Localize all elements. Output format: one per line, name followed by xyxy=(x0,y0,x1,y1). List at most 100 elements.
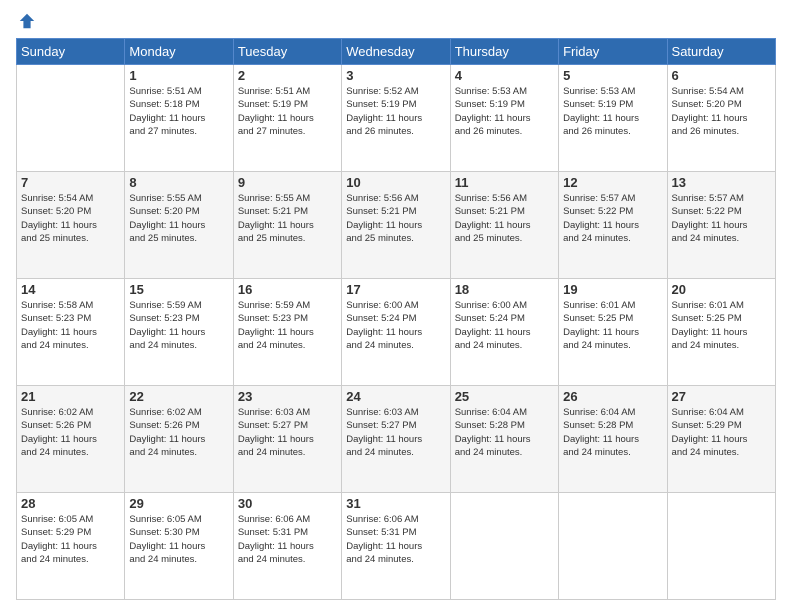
day-info: Sunrise: 6:04 AMSunset: 5:29 PMDaylight:… xyxy=(672,406,771,459)
calendar-cell: 25Sunrise: 6:04 AMSunset: 5:28 PMDayligh… xyxy=(450,386,558,493)
logo-icon xyxy=(18,12,36,30)
calendar-cell: 31 Sunrise: 6:06 AMSunset: 5:31 PMDayligh… xyxy=(342,493,450,600)
day-number: 17 xyxy=(346,282,445,297)
day-number: 6 xyxy=(672,68,771,83)
day-number: 10 xyxy=(346,175,445,190)
day-number: 20 xyxy=(672,282,771,297)
page: SundayMondayTuesdayWednesdayThursdayFrid… xyxy=(0,0,792,612)
calendar-cell: 30 Sunrise: 6:06 AMSunset: 5:31 PMDayligh… xyxy=(233,493,341,600)
column-header-saturday: Saturday xyxy=(667,39,775,65)
day-info: Sunrise: 5:57 AMSunset: 5:22 PMDaylight:… xyxy=(672,192,771,245)
day-info: Sunrise: 5:53 AMSunset: 5:19 PMDaylight:… xyxy=(563,85,662,138)
day-info: Sunrise: 6:06 AMSunset: 5:31 PMDaylight:… xyxy=(346,513,445,566)
calendar-cell: 4 Sunrise: 5:53 AMSunset: 5:19 PMDaylight… xyxy=(450,65,558,172)
day-info: Sunrise: 6:00 AMSunset: 5:24 PMDaylight:… xyxy=(455,299,554,352)
calendar-cell: 23 Sunrise: 6:03 AMSunset: 5:27 PMDayligh… xyxy=(233,386,341,493)
day-number: 3 xyxy=(346,68,445,83)
calendar-cell: 26 Sunrise: 6:04 AMSunset: 5:28 PMDayligh… xyxy=(559,386,667,493)
calendar-week-4: 21 Sunrise: 6:02 AMSunset: 5:26 PMDayligh… xyxy=(17,386,776,493)
day-number: 1 xyxy=(129,68,228,83)
calendar-week-2: 7 Sunrise: 5:54 AMSunset: 5:20 PMDaylight… xyxy=(17,172,776,279)
calendar-cell: 8Sunrise: 5:55 AMSunset: 5:20 PMDaylight… xyxy=(125,172,233,279)
day-info: Sunrise: 5:57 AMSunset: 5:22 PMDaylight:… xyxy=(563,192,662,245)
column-header-thursday: Thursday xyxy=(450,39,558,65)
day-info: Sunrise: 5:59 AMSunset: 5:23 PMDaylight:… xyxy=(129,299,228,352)
calendar-cell: 2Sunrise: 5:51 AMSunset: 5:19 PMDaylight… xyxy=(233,65,341,172)
day-number: 13 xyxy=(672,175,771,190)
day-number: 9 xyxy=(238,175,337,190)
day-info: Sunrise: 5:54 AMSunset: 5:20 PMDaylight:… xyxy=(672,85,771,138)
calendar-cell xyxy=(667,493,775,600)
day-number: 18 xyxy=(455,282,554,297)
calendar-cell: 17 Sunrise: 6:00 AMSunset: 5:24 PMDayligh… xyxy=(342,279,450,386)
calendar-cell: 5Sunrise: 5:53 AMSunset: 5:19 PMDaylight… xyxy=(559,65,667,172)
day-info: Sunrise: 6:06 AMSunset: 5:31 PMDaylight:… xyxy=(238,513,337,566)
day-number: 23 xyxy=(238,389,337,404)
calendar-cell: 6 Sunrise: 5:54 AMSunset: 5:20 PMDaylight… xyxy=(667,65,775,172)
day-info: Sunrise: 5:56 AMSunset: 5:21 PMDaylight:… xyxy=(346,192,445,245)
logo xyxy=(16,12,36,30)
day-number: 12 xyxy=(563,175,662,190)
calendar-cell: 1 Sunrise: 5:51 AMSunset: 5:18 PMDaylight… xyxy=(125,65,233,172)
header xyxy=(16,12,776,30)
calendar-header-row: SundayMondayTuesdayWednesdayThursdayFrid… xyxy=(17,39,776,65)
day-number: 22 xyxy=(129,389,228,404)
day-number: 25 xyxy=(455,389,554,404)
day-info: Sunrise: 5:51 AMSunset: 5:18 PMDaylight:… xyxy=(129,85,228,138)
calendar-cell: 19 Sunrise: 6:01 AMSunset: 5:25 PMDayligh… xyxy=(559,279,667,386)
day-info: Sunrise: 6:03 AMSunset: 5:27 PMDaylight:… xyxy=(238,406,337,459)
calendar-cell: 7 Sunrise: 5:54 AMSunset: 5:20 PMDaylight… xyxy=(17,172,125,279)
day-info: Sunrise: 5:53 AMSunset: 5:19 PMDaylight:… xyxy=(455,85,554,138)
day-number: 26 xyxy=(563,389,662,404)
calendar-cell: 3 Sunrise: 5:52 AMSunset: 5:19 PMDaylight… xyxy=(342,65,450,172)
calendar-cell: 20Sunrise: 6:01 AMSunset: 5:25 PMDayligh… xyxy=(667,279,775,386)
day-number: 30 xyxy=(238,496,337,511)
day-info: Sunrise: 5:58 AMSunset: 5:23 PMDaylight:… xyxy=(21,299,120,352)
calendar-week-3: 14 Sunrise: 5:58 AMSunset: 5:23 PMDayligh… xyxy=(17,279,776,386)
calendar-cell: 18 Sunrise: 6:00 AMSunset: 5:24 PMDayligh… xyxy=(450,279,558,386)
calendar-cell: 29 Sunrise: 6:05 AMSunset: 5:30 PMDayligh… xyxy=(125,493,233,600)
column-header-sunday: Sunday xyxy=(17,39,125,65)
day-number: 31 xyxy=(346,496,445,511)
calendar-cell: 24Sunrise: 6:03 AMSunset: 5:27 PMDayligh… xyxy=(342,386,450,493)
day-info: Sunrise: 6:04 AMSunset: 5:28 PMDaylight:… xyxy=(563,406,662,459)
day-info: Sunrise: 6:02 AMSunset: 5:26 PMDaylight:… xyxy=(129,406,228,459)
calendar-cell: 22 Sunrise: 6:02 AMSunset: 5:26 PMDayligh… xyxy=(125,386,233,493)
calendar-cell: 11Sunrise: 5:56 AMSunset: 5:21 PMDayligh… xyxy=(450,172,558,279)
day-info: Sunrise: 5:56 AMSunset: 5:21 PMDaylight:… xyxy=(455,192,554,245)
day-number: 21 xyxy=(21,389,120,404)
day-info: Sunrise: 5:55 AMSunset: 5:21 PMDaylight:… xyxy=(238,192,337,245)
day-info: Sunrise: 5:54 AMSunset: 5:20 PMDaylight:… xyxy=(21,192,120,245)
calendar-cell: 10 Sunrise: 5:56 AMSunset: 5:21 PMDayligh… xyxy=(342,172,450,279)
day-number: 28 xyxy=(21,496,120,511)
day-info: Sunrise: 5:59 AMSunset: 5:23 PMDaylight:… xyxy=(238,299,337,352)
column-header-wednesday: Wednesday xyxy=(342,39,450,65)
day-number: 2 xyxy=(238,68,337,83)
day-info: Sunrise: 6:02 AMSunset: 5:26 PMDaylight:… xyxy=(21,406,120,459)
calendar-cell xyxy=(450,493,558,600)
day-info: Sunrise: 6:01 AMSunset: 5:25 PMDaylight:… xyxy=(563,299,662,352)
calendar-cell: 28Sunrise: 6:05 AMSunset: 5:29 PMDayligh… xyxy=(17,493,125,600)
calendar-cell xyxy=(17,65,125,172)
day-info: Sunrise: 6:00 AMSunset: 5:24 PMDaylight:… xyxy=(346,299,445,352)
day-number: 27 xyxy=(672,389,771,404)
calendar-week-5: 28Sunrise: 6:05 AMSunset: 5:29 PMDayligh… xyxy=(17,493,776,600)
calendar-cell: 15Sunrise: 5:59 AMSunset: 5:23 PMDayligh… xyxy=(125,279,233,386)
calendar-cell: 21 Sunrise: 6:02 AMSunset: 5:26 PMDayligh… xyxy=(17,386,125,493)
day-info: Sunrise: 5:52 AMSunset: 5:19 PMDaylight:… xyxy=(346,85,445,138)
day-number: 29 xyxy=(129,496,228,511)
day-number: 19 xyxy=(563,282,662,297)
calendar-cell: 12 Sunrise: 5:57 AMSunset: 5:22 PMDayligh… xyxy=(559,172,667,279)
column-header-tuesday: Tuesday xyxy=(233,39,341,65)
day-number: 8 xyxy=(129,175,228,190)
calendar: SundayMondayTuesdayWednesdayThursdayFrid… xyxy=(16,38,776,600)
day-number: 24 xyxy=(346,389,445,404)
day-number: 14 xyxy=(21,282,120,297)
column-header-monday: Monday xyxy=(125,39,233,65)
day-info: Sunrise: 6:05 AMSunset: 5:30 PMDaylight:… xyxy=(129,513,228,566)
day-number: 7 xyxy=(21,175,120,190)
day-number: 4 xyxy=(455,68,554,83)
column-header-friday: Friday xyxy=(559,39,667,65)
calendar-cell: 16Sunrise: 5:59 AMSunset: 5:23 PMDayligh… xyxy=(233,279,341,386)
calendar-cell: 27 Sunrise: 6:04 AMSunset: 5:29 PMDayligh… xyxy=(667,386,775,493)
